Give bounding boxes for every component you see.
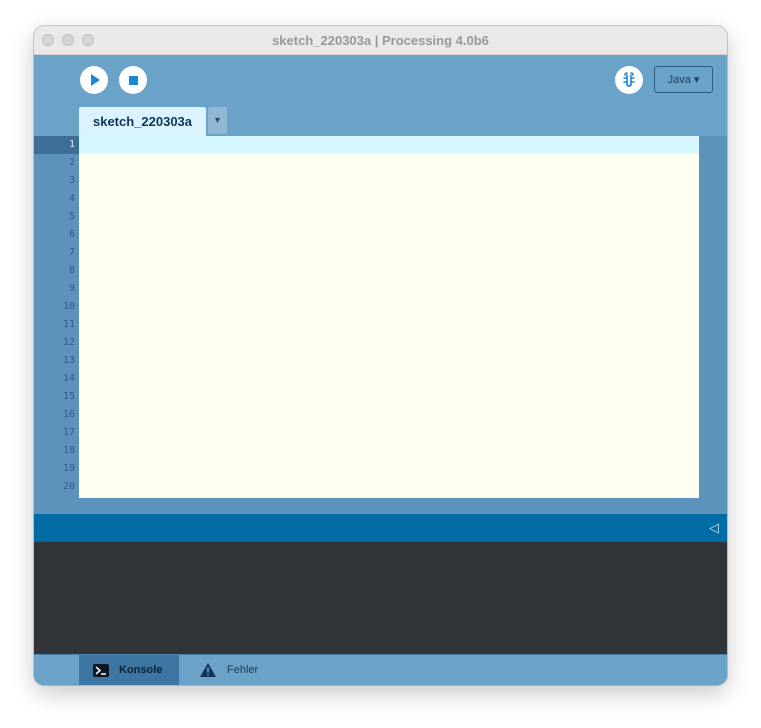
console-panel[interactable] bbox=[34, 542, 727, 654]
tab-fehler[interactable]: Fehler bbox=[185, 655, 285, 685]
status-bar: ◁ bbox=[34, 514, 727, 542]
stop-icon bbox=[128, 75, 138, 85]
collapse-console-icon[interactable]: ◁ bbox=[709, 520, 719, 536]
toolbar: Java ▾ bbox=[34, 55, 727, 107]
line-number: 15 bbox=[62, 391, 75, 402]
line-number: 17 bbox=[62, 427, 75, 438]
tab-fehler-label: Fehler bbox=[227, 664, 259, 676]
tab-konsole[interactable]: Konsole bbox=[79, 655, 179, 685]
code-editor: 1 2 3 4 5 6 7 8 9 10 11 12 13 14 15 16 1… bbox=[34, 136, 727, 514]
current-line-highlight bbox=[79, 136, 699, 154]
line-number-gutter: 1 2 3 4 5 6 7 8 9 10 11 12 13 14 15 16 1… bbox=[34, 136, 79, 498]
tab-sketch[interactable]: sketch_220303a bbox=[79, 107, 206, 136]
title-bar[interactable]: sketch_220303a | Processing 4.0b6 bbox=[34, 26, 727, 55]
line-number: 20 bbox=[62, 481, 75, 492]
line-number: 1 bbox=[34, 136, 79, 154]
stop-button[interactable] bbox=[119, 66, 147, 94]
play-icon bbox=[91, 74, 100, 86]
tab-konsole-label: Konsole bbox=[119, 664, 163, 676]
debugger-button[interactable] bbox=[615, 66, 643, 94]
line-number: 8 bbox=[68, 265, 75, 276]
mode-selector[interactable]: Java ▾ bbox=[654, 66, 713, 93]
code-text-area[interactable] bbox=[79, 136, 699, 498]
processing-window: sketch_220303a | Processing 4.0b6 Java ▾… bbox=[34, 26, 727, 685]
line-number: 18 bbox=[62, 445, 75, 456]
run-button[interactable] bbox=[80, 66, 108, 94]
line-number: 4 bbox=[68, 193, 75, 204]
debugger-icon bbox=[623, 72, 635, 87]
tab-bar: sketch_220303a ▾ bbox=[34, 107, 727, 136]
line-number: 12 bbox=[62, 337, 75, 348]
tab-menu-button[interactable]: ▾ bbox=[208, 107, 227, 134]
line-number: 19 bbox=[62, 463, 75, 474]
line-number: 14 bbox=[62, 373, 75, 384]
line-number: 13 bbox=[62, 355, 75, 366]
line-number: 7 bbox=[68, 247, 75, 258]
vertical-scrollbar[interactable] bbox=[699, 136, 715, 498]
line-number: 2 bbox=[68, 157, 75, 168]
line-number: 3 bbox=[68, 175, 75, 186]
line-number: 6 bbox=[68, 229, 75, 240]
line-number: 11 bbox=[62, 319, 75, 330]
terminal-icon bbox=[93, 663, 109, 677]
window-title: sketch_220303a | Processing 4.0b6 bbox=[272, 33, 489, 48]
line-number: 5 bbox=[68, 211, 75, 222]
warning-icon bbox=[200, 663, 216, 677]
console-tab-bar: Konsole Fehler bbox=[34, 654, 727, 685]
line-number: 10 bbox=[62, 301, 75, 312]
line-number: 16 bbox=[62, 409, 75, 420]
line-number: 9 bbox=[68, 283, 75, 294]
